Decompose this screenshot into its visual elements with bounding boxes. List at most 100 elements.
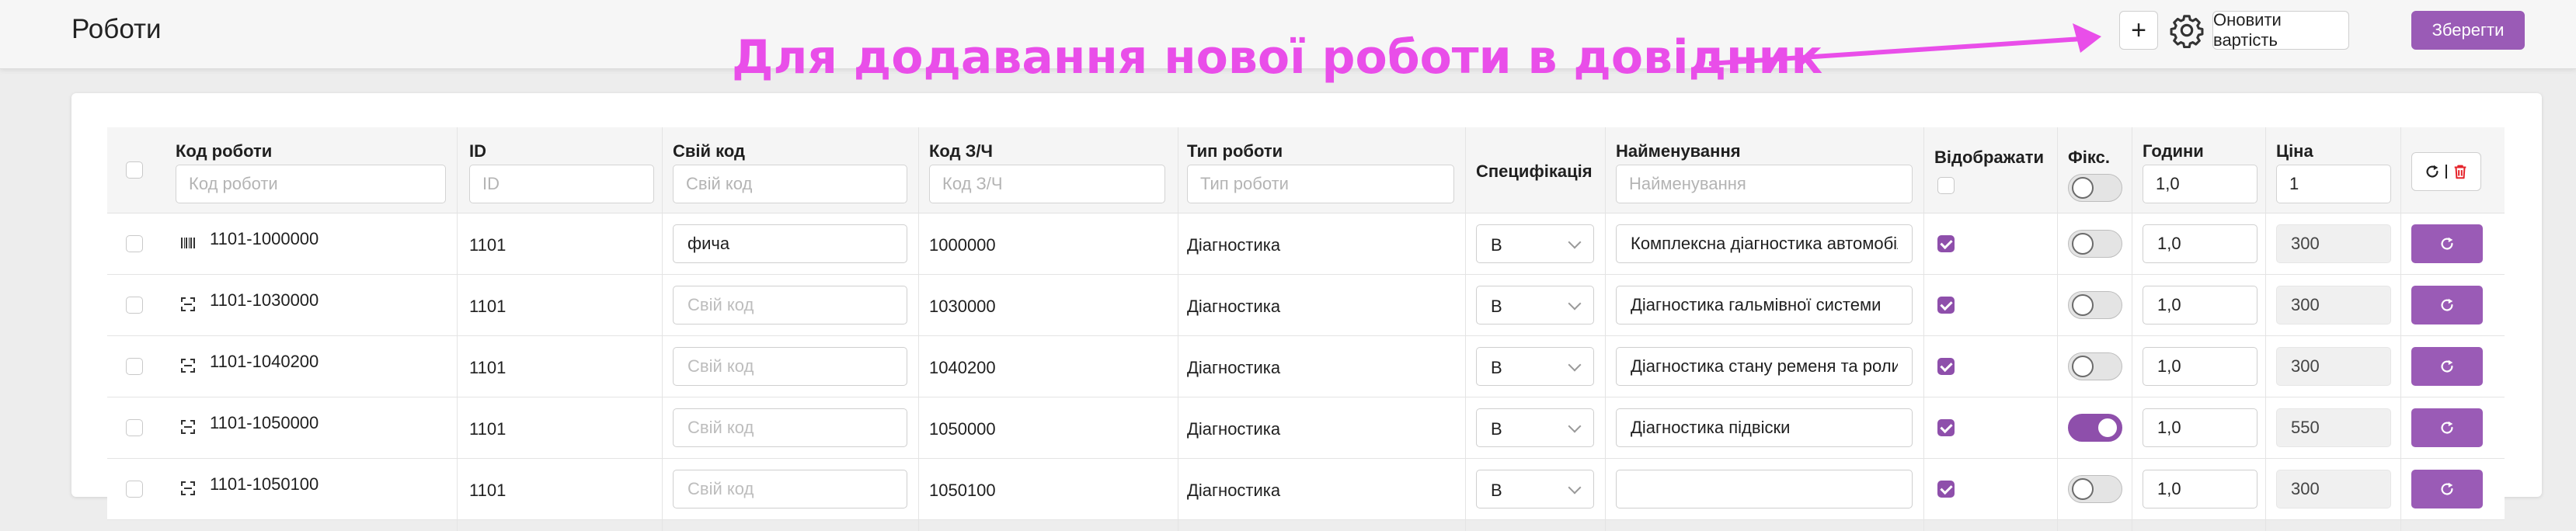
chevron-down-icon	[1568, 481, 1582, 495]
row-own-code-input[interactable]	[673, 470, 907, 508]
row-work-type: Діагностика	[1187, 419, 1281, 439]
reset-icon[interactable]	[2424, 163, 2441, 180]
row-reset-button[interactable]	[2411, 470, 2483, 508]
row-spec-select[interactable]: В	[1476, 408, 1594, 447]
row-spec-select[interactable]: В	[1476, 224, 1594, 263]
row-code: 1101-1000000	[210, 229, 319, 248]
table-row: 1101-1000000 1101 1000000 Діагностика В	[107, 213, 2505, 275]
row-reset-button[interactable]	[2411, 347, 2483, 386]
filter-own-code-input[interactable]	[673, 165, 907, 203]
filter-display-checkbox[interactable]	[1937, 177, 1955, 194]
row-price-input	[2276, 408, 2391, 447]
row-display-checkbox[interactable]	[1937, 358, 1955, 375]
column-divider	[662, 127, 663, 531]
row-hours-input[interactable]	[2143, 347, 2257, 386]
filter-id-input[interactable]	[469, 165, 654, 203]
row-part-code: 1040200	[929, 358, 996, 377]
gear-icon[interactable]	[2169, 12, 2205, 48]
save-button[interactable]: Зберегти	[2411, 11, 2525, 50]
page-title: Роботи	[71, 14, 162, 44]
row-hours-input[interactable]	[2143, 286, 2257, 324]
row-fixed-toggle[interactable]	[2068, 414, 2122, 442]
row-name-input[interactable]	[1616, 347, 1913, 386]
row-reset-button[interactable]	[2411, 286, 2483, 324]
row-reset-button[interactable]	[2411, 408, 2483, 447]
row-fixed-toggle[interactable]	[2068, 291, 2122, 319]
row-display-checkbox[interactable]	[1937, 481, 1955, 498]
filter-name-input[interactable]	[1616, 165, 1913, 203]
row-spec-value: В	[1491, 297, 1502, 316]
chevron-down-icon	[1568, 419, 1582, 433]
reset-icon	[2438, 481, 2456, 498]
divider	[2445, 165, 2447, 179]
chevron-down-icon	[1568, 358, 1582, 372]
row-price-input	[2276, 286, 2391, 324]
scan-icon	[179, 418, 197, 436]
column-divider	[1605, 127, 1606, 531]
row-select-checkbox[interactable]	[126, 235, 143, 252]
row-spec-select[interactable]: В	[1476, 286, 1594, 324]
select-all-checkbox[interactable]	[126, 161, 143, 179]
filter-part-code-input[interactable]	[929, 165, 1165, 203]
annotation-arrow	[1709, 23, 2101, 66]
row-part-code: 1000000	[929, 235, 996, 255]
row-own-code-input[interactable]	[673, 408, 907, 447]
row-spec-value: В	[1491, 419, 1502, 439]
trash-icon[interactable]	[2452, 163, 2469, 180]
row-name-input[interactable]	[1616, 224, 1913, 263]
chevron-down-icon	[1568, 235, 1582, 249]
row-reset-button[interactable]	[2411, 224, 2483, 263]
default-hours-input[interactable]	[2143, 165, 2257, 203]
chevron-down-icon	[1568, 297, 1582, 311]
row-id: 1101	[469, 235, 506, 255]
row-hours-input[interactable]	[2143, 224, 2257, 263]
row-hours-input[interactable]	[2143, 470, 2257, 508]
row-part-code: 1050100	[929, 481, 996, 500]
row-work-type: Діагностика	[1187, 481, 1281, 500]
add-work-button[interactable]: +	[2119, 11, 2158, 50]
row-fixed-toggle[interactable]	[2068, 230, 2122, 258]
column-divider	[918, 127, 919, 531]
table-row: 1101-1050100 1101 1050100 Діагностика В	[107, 459, 2505, 520]
row-spec-value: В	[1491, 481, 1502, 500]
row-price-input	[2276, 224, 2391, 263]
row-id: 1101	[469, 358, 506, 377]
default-price-input[interactable]	[2276, 165, 2391, 203]
row-work-type: Діагностика	[1187, 235, 1281, 255]
row-display-checkbox[interactable]	[1937, 297, 1955, 314]
filter-work-type-input[interactable]	[1187, 165, 1454, 203]
filter-fixed-toggle[interactable]	[2068, 174, 2122, 202]
row-own-code-input[interactable]	[673, 347, 907, 386]
bulk-actions	[2411, 152, 2481, 191]
column-divider	[2265, 127, 2266, 531]
row-fixed-toggle[interactable]	[2068, 352, 2122, 380]
row-name-input[interactable]	[1616, 470, 1913, 508]
row-spec-value: В	[1491, 235, 1502, 255]
row-work-type: Діагностика	[1187, 297, 1281, 316]
row-code: 1101-1050000	[210, 413, 319, 432]
filter-code-input[interactable]	[176, 165, 446, 203]
row-own-code-input[interactable]	[673, 224, 907, 263]
column-divider	[457, 127, 458, 531]
row-select-checkbox[interactable]	[126, 419, 143, 436]
row-spec-select[interactable]: В	[1476, 470, 1594, 508]
row-own-code-input[interactable]	[673, 286, 907, 324]
row-name-input[interactable]	[1616, 286, 1913, 324]
row-hours-input[interactable]	[2143, 408, 2257, 447]
row-select-checkbox[interactable]	[126, 358, 143, 375]
works-card: Код роботи ID Свій код Код З/Ч Тип робот…	[71, 93, 2542, 531]
row-display-checkbox[interactable]	[1937, 419, 1955, 436]
row-price-input	[2276, 470, 2391, 508]
row-select-checkbox[interactable]	[126, 297, 143, 314]
update-price-button[interactable]: Оновити вартість	[2212, 10, 2349, 50]
reset-icon	[2438, 235, 2456, 252]
row-spec-select[interactable]: В	[1476, 347, 1594, 386]
row-fixed-toggle[interactable]	[2068, 475, 2122, 503]
row-display-checkbox[interactable]	[1937, 235, 1955, 252]
row-name-input[interactable]	[1616, 408, 1913, 447]
column-divider	[1465, 127, 1466, 531]
top-bar: Роботи Для додавання нової роботи в дові…	[0, 0, 2576, 81]
row-code: 1101-1030000	[210, 290, 319, 310]
row-select-checkbox[interactable]	[126, 481, 143, 498]
scan-icon	[179, 295, 197, 314]
